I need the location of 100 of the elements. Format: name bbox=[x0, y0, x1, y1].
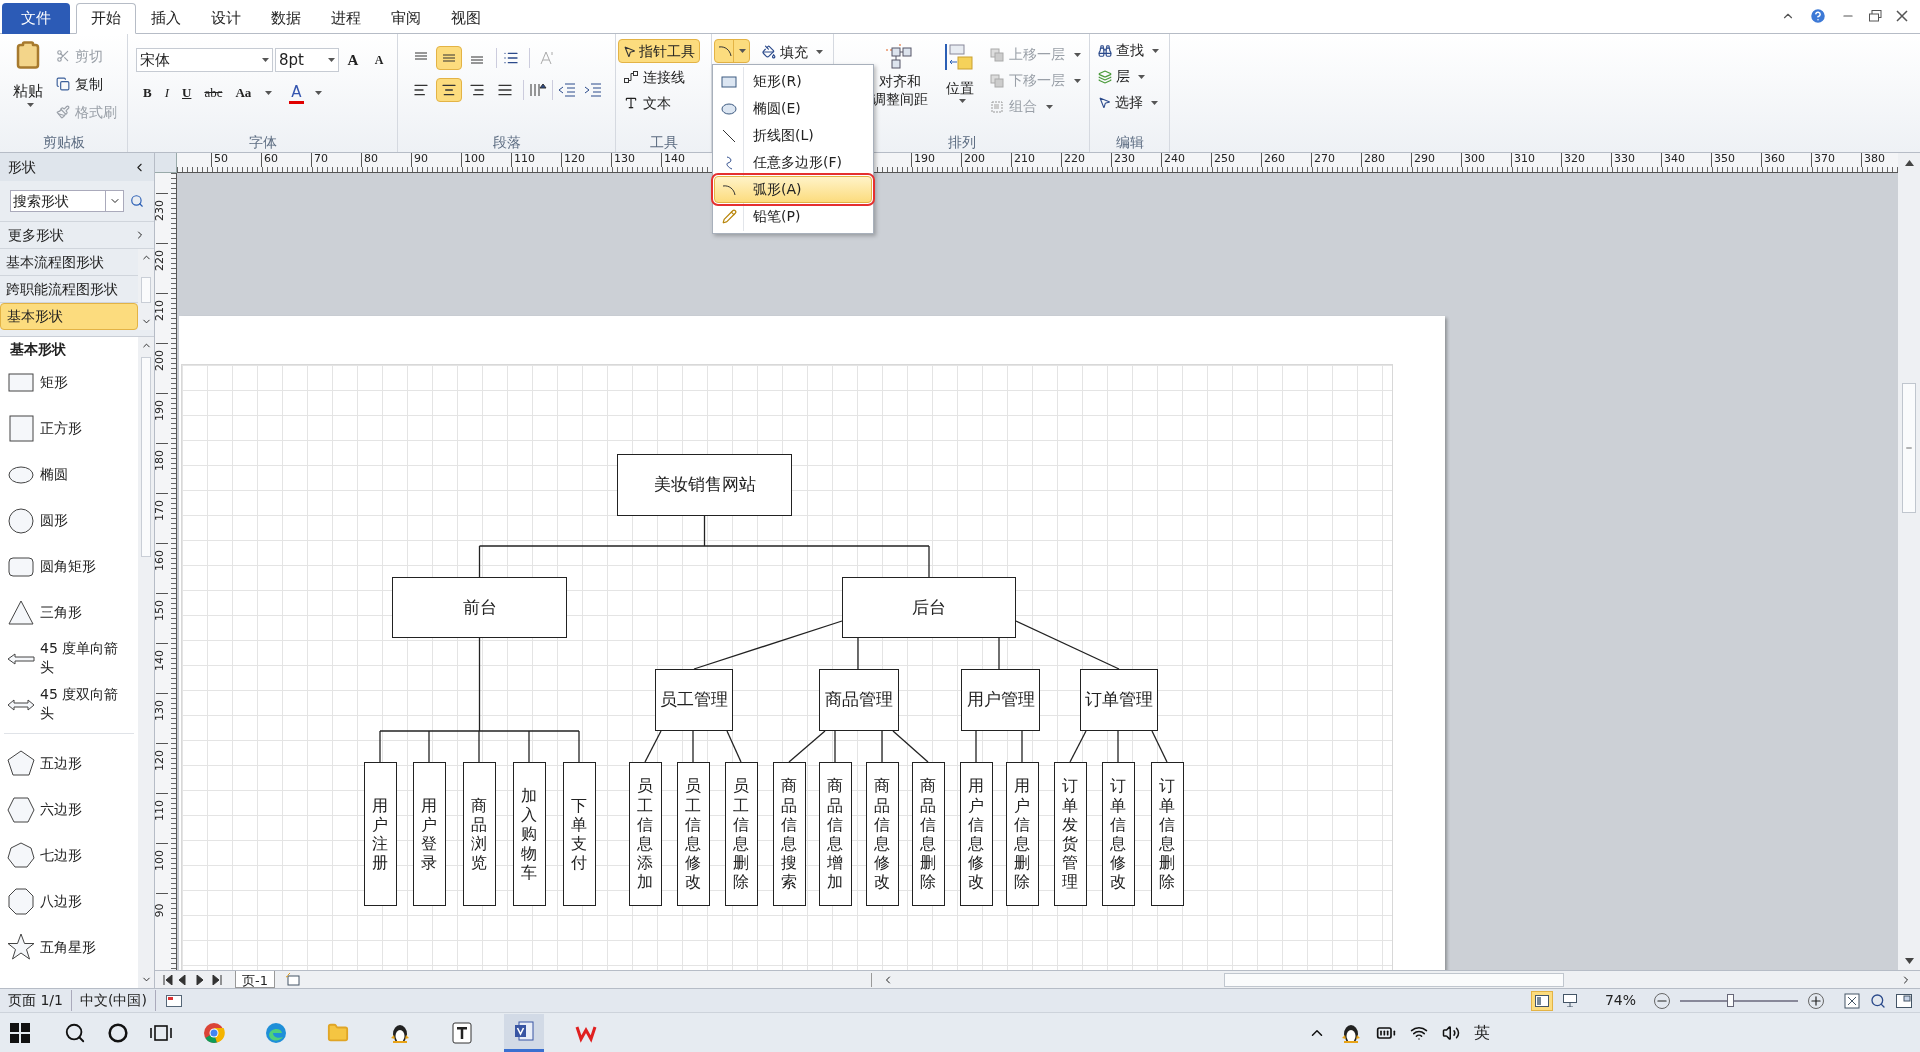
zoom-slider[interactable] bbox=[1680, 994, 1798, 1007]
ribbon-tab[interactable]: 插入 bbox=[136, 3, 196, 34]
font-size-field[interactable]: 8pt bbox=[275, 48, 339, 72]
help-icon[interactable] bbox=[1809, 7, 1827, 25]
shape-item[interactable]: 45 度单向箭头 bbox=[0, 635, 138, 681]
presentation-icon[interactable] bbox=[1562, 994, 1577, 1007]
paint-bucket-icon bbox=[762, 45, 776, 59]
task-view-icon[interactable] bbox=[150, 1022, 172, 1043]
layers-button[interactable]: 层 bbox=[1098, 65, 1169, 88]
windows-start-icon[interactable] bbox=[10, 1022, 30, 1043]
scroll-down-icon[interactable] bbox=[1904, 958, 1914, 964]
position-button[interactable]: 位置 bbox=[942, 42, 978, 132]
ruler-label: 110 bbox=[511, 153, 535, 167]
freeform-icon bbox=[724, 155, 734, 170]
fill-button[interactable]: 填充 bbox=[762, 41, 823, 63]
shape-item[interactable]: 正方形 bbox=[0, 405, 138, 451]
ruler-label: 70 bbox=[311, 153, 328, 167]
cortana-icon[interactable] bbox=[108, 1022, 128, 1043]
text-direction-icon[interactable] bbox=[529, 82, 547, 98]
file-tab[interactable]: 文件 bbox=[2, 3, 70, 34]
search-icon[interactable] bbox=[64, 1021, 86, 1044]
font-color-button[interactable]: A bbox=[289, 82, 304, 104]
vertical-scrollbar[interactable] bbox=[1898, 173, 1920, 970]
diagram-node: 员工管理 bbox=[655, 669, 733, 731]
close-icon[interactable] bbox=[1896, 10, 1908, 22]
input-method[interactable]: 英 bbox=[1474, 1020, 1490, 1045]
menu-item[interactable]: 椭圆(E) bbox=[714, 95, 872, 122]
scroll-thumb[interactable] bbox=[141, 276, 151, 303]
pan-zoom-icon[interactable] bbox=[1896, 993, 1912, 1008]
shape-item[interactable]: 六边形 bbox=[0, 786, 138, 832]
shape-item[interactable]: 圆形 bbox=[0, 497, 138, 543]
align-spacing-button[interactable]: 对齐和 调整间距 bbox=[870, 42, 930, 132]
restore-icon[interactable] bbox=[1869, 10, 1882, 22]
bullet-list-icon[interactable] bbox=[503, 50, 519, 66]
search-field[interactable]: 搜索形状 bbox=[10, 190, 124, 212]
shape-item[interactable]: 圆角矩形 bbox=[0, 543, 138, 589]
layer-order-icon bbox=[990, 73, 1004, 88]
ruler-label: 200 bbox=[156, 343, 168, 369]
connector-line bbox=[857, 637, 859, 670]
page-tab[interactable]: 页-1 bbox=[235, 971, 275, 988]
scrollbar[interactable] bbox=[138, 249, 154, 330]
scroll-thumb[interactable] bbox=[141, 357, 151, 557]
fit-page-icon[interactable] bbox=[1844, 992, 1860, 1009]
ribbon-tab[interactable]: 设计 bbox=[196, 3, 256, 34]
menu-item[interactable]: 铅笔(P) bbox=[714, 203, 872, 230]
shape-item[interactable]: 八边形 bbox=[0, 878, 138, 924]
text-align-button[interactable] bbox=[436, 78, 462, 102]
find-button[interactable]: 查找 bbox=[1098, 39, 1169, 62]
scroll-up-icon[interactable] bbox=[1904, 160, 1914, 166]
insert-page-icon[interactable] bbox=[284, 973, 301, 986]
zoom-slider-thumb[interactable] bbox=[1726, 994, 1734, 1007]
ribbon-tab[interactable]: 进程 bbox=[316, 3, 376, 34]
change-case-button[interactable]: Aa bbox=[232, 82, 255, 104]
font-name-field[interactable]: 宋体 bbox=[136, 48, 273, 72]
paste-button[interactable]: 粘贴 bbox=[8, 40, 48, 132]
shape-item[interactable]: 七边形 bbox=[0, 832, 138, 878]
ruler-label: 350 bbox=[1711, 153, 1735, 167]
ribbon-tab[interactable]: 审阅 bbox=[376, 3, 436, 34]
ruler-label: 310 bbox=[1511, 153, 1535, 167]
strikethrough-button[interactable]: abc bbox=[201, 82, 226, 104]
menu-item[interactable]: 折线图(L) bbox=[714, 122, 872, 149]
underline-button[interactable]: U bbox=[179, 82, 195, 104]
shape-item[interactable]: 三角形 bbox=[0, 589, 138, 635]
ribbon-tab[interactable]: 数据 bbox=[256, 3, 316, 34]
taskbar-app[interactable] bbox=[504, 1013, 544, 1052]
menu-item[interactable]: 任意多边形(F) bbox=[714, 149, 872, 176]
vertical-align-button[interactable] bbox=[436, 46, 462, 70]
shrink-font-button[interactable]: A bbox=[367, 51, 391, 69]
increase-indent-icon[interactable] bbox=[584, 82, 602, 98]
scrollbar[interactable] bbox=[138, 337, 154, 988]
decrease-indent-icon[interactable] bbox=[558, 82, 576, 98]
page-navigation-icon[interactable] bbox=[163, 974, 225, 985]
page-view-icon[interactable] bbox=[1534, 994, 1549, 1007]
bold-button[interactable]: B bbox=[140, 82, 155, 104]
connector-line bbox=[788, 730, 826, 763]
text-tool-button[interactable]: 文本 bbox=[618, 91, 711, 115]
shape-item[interactable]: 45 度双向箭头 bbox=[0, 681, 138, 727]
grow-font-button[interactable]: A bbox=[341, 48, 365, 72]
italic-button[interactable]: I bbox=[161, 82, 172, 104]
menu-item[interactable]: 矩形(R) bbox=[714, 68, 872, 95]
select-button[interactable]: 选择 bbox=[1098, 91, 1169, 114]
shape-item[interactable]: 五边形 bbox=[0, 740, 138, 786]
ribbon-tab[interactable]: 开始 bbox=[76, 3, 136, 34]
more-shapes-item[interactable]: 更多形状 bbox=[0, 221, 154, 248]
shape-item[interactable]: 五角星形 bbox=[0, 924, 138, 970]
copy-button[interactable]: 复制 bbox=[56, 72, 117, 96]
shape-item[interactable]: 矩形 bbox=[0, 359, 138, 405]
pointer-tool-button[interactable]: 指针工具 bbox=[618, 39, 700, 63]
menu-item[interactable]: 弧形(A) bbox=[714, 176, 872, 203]
shape-tool-button[interactable] bbox=[714, 39, 750, 63]
stencil-item[interactable]: 基本形状 bbox=[0, 303, 138, 330]
zoom-icon[interactable] bbox=[1870, 992, 1886, 1009]
ribbon-tab[interactable]: 视图 bbox=[436, 3, 496, 34]
connector-button[interactable]: 连接线 bbox=[618, 65, 711, 89]
macro-icon[interactable] bbox=[165, 994, 182, 1007]
volume-icon[interactable] bbox=[1442, 1023, 1460, 1042]
ruler-label: 280 bbox=[1361, 153, 1385, 167]
horizontal-scrollbar[interactable] bbox=[1223, 972, 1564, 987]
shape-item[interactable]: 椭圆 bbox=[0, 451, 138, 497]
ruler-label: 150 bbox=[156, 593, 168, 619]
